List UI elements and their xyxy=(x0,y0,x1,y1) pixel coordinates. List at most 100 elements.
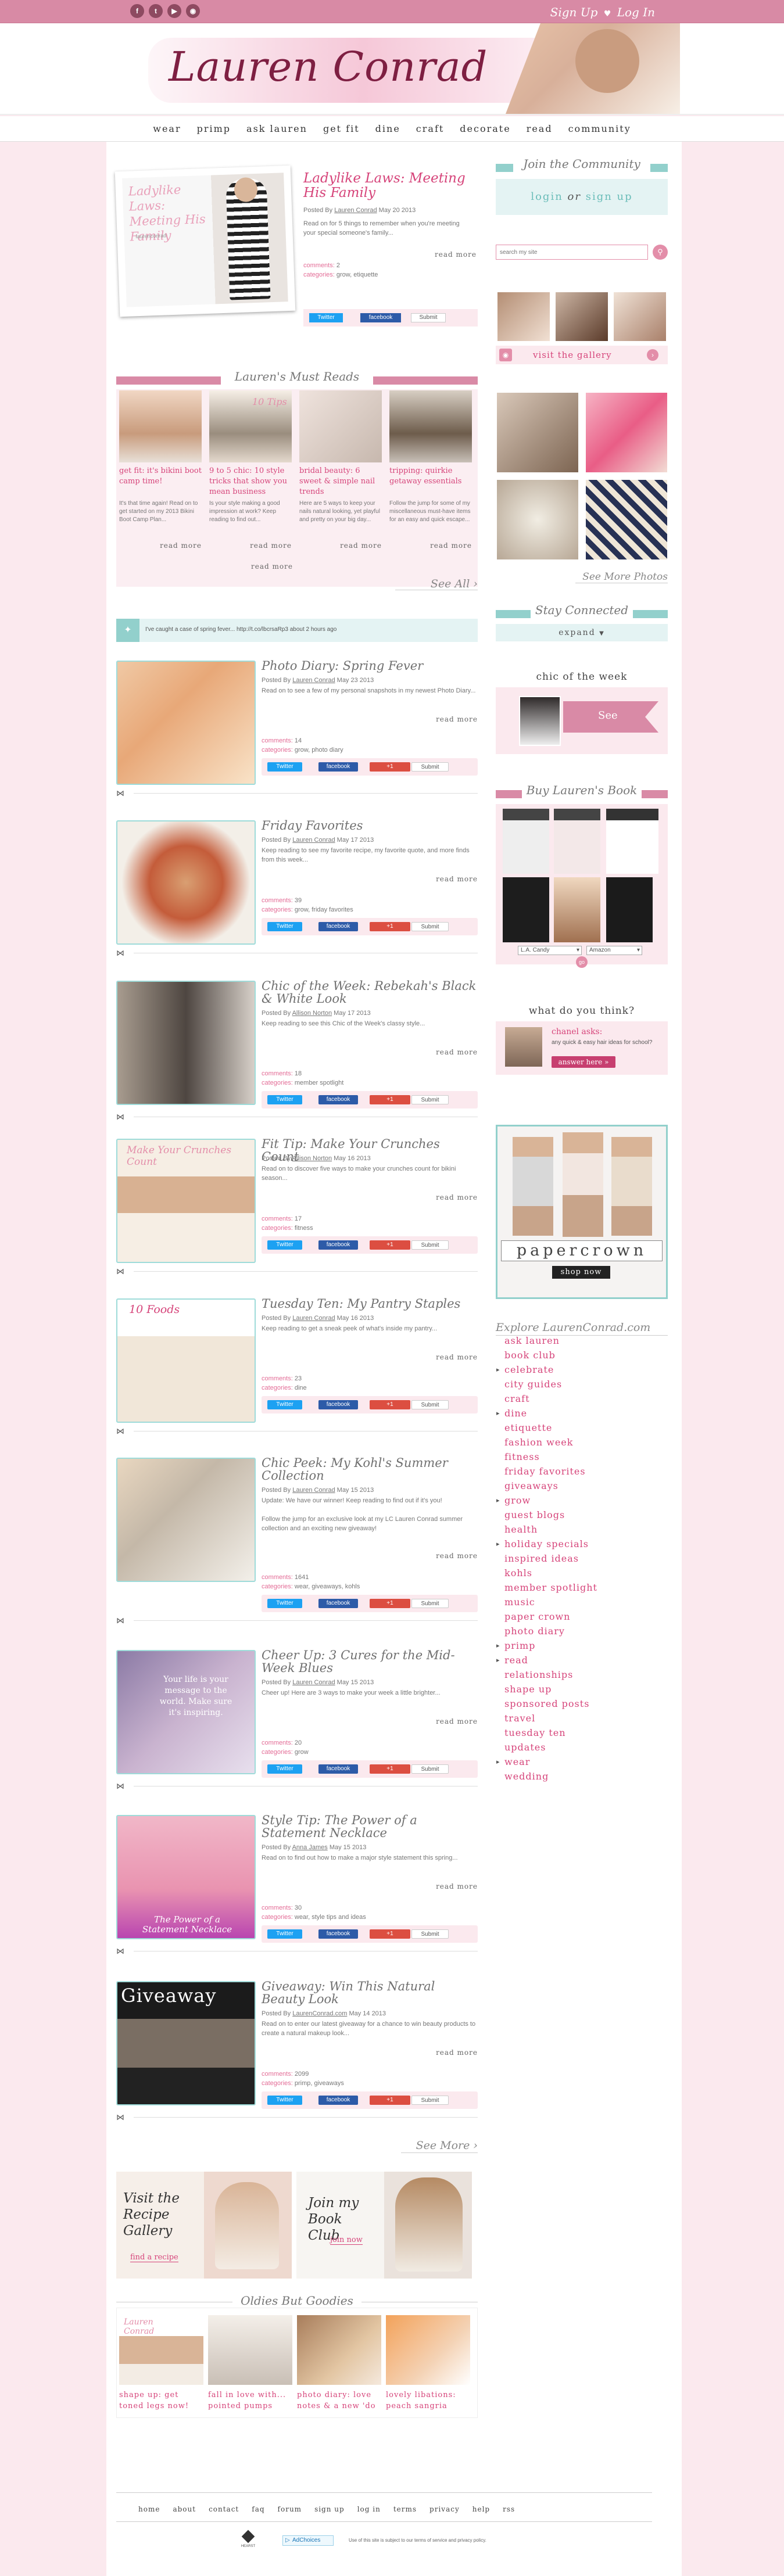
footer-link-terms[interactable]: terms xyxy=(393,2505,417,2513)
must-read-title[interactable]: bridal beauty: 6 sweet & simple nail tre… xyxy=(299,466,382,497)
post-read-more[interactable]: read more xyxy=(436,1048,478,1056)
nav-dine[interactable]: dine xyxy=(375,116,400,141)
shop-now-button[interactable]: shop now xyxy=(552,1266,610,1279)
submit-button[interactable]: Submit xyxy=(411,2096,449,2105)
featured-polaroid[interactable]: Ladylike Laws: Meeting His Family lauren… xyxy=(114,165,296,317)
google-plus-button[interactable]: +1 xyxy=(370,1599,410,1608)
post-author[interactable]: Lauren Conrad xyxy=(292,1315,335,1322)
explore-link-tuesday-ten[interactable]: tuesday ten xyxy=(504,1725,597,1740)
chevron-right-icon[interactable]: › xyxy=(647,349,658,361)
instagram-icon[interactable]: ◉ xyxy=(186,4,200,18)
site-logo[interactable]: Lauren Conrad xyxy=(169,43,488,91)
latest-tweet[interactable]: I've caught a case of spring fever... ht… xyxy=(145,626,336,633)
explore-link-inspired-ideas[interactable]: inspired ideas xyxy=(504,1551,597,1566)
google-plus-button[interactable]: +1 xyxy=(370,922,410,931)
oldie-item[interactable]: Lauren Conrad shape up: get toned legs no… xyxy=(119,2315,203,2414)
post-read-more[interactable]: read more xyxy=(436,1193,478,1201)
answer-button[interactable]: answer here » xyxy=(552,1056,615,1068)
explore-link-dine[interactable]: dine xyxy=(496,1406,597,1420)
post-title[interactable]: Chic Peek: My Kohl's Summer Collection xyxy=(262,1456,478,1482)
nav-get-fit[interactable]: get fit xyxy=(323,116,360,141)
nav-community[interactable]: community xyxy=(568,116,631,141)
featured-read-more[interactable]: read more xyxy=(435,250,477,259)
must-read-more[interactable]: read more xyxy=(340,541,382,550)
nav-read[interactable]: read xyxy=(527,116,553,141)
submit-button[interactable]: Submit xyxy=(411,762,449,772)
photo-grid-2[interactable] xyxy=(586,393,667,472)
footer-link-log-in[interactable]: log in xyxy=(357,2505,381,2513)
twitter-share-button[interactable]: Twitter xyxy=(267,1764,302,1774)
post-read-more[interactable]: read more xyxy=(436,875,478,883)
facebook-share-button[interactable]: facebook xyxy=(318,2096,358,2105)
google-plus-button[interactable]: +1 xyxy=(370,762,410,772)
post-image[interactable]: Giveaway xyxy=(116,1981,256,2105)
explore-link-fitness[interactable]: fitness xyxy=(504,1450,597,1464)
explore-link-photo-diary[interactable]: photo diary xyxy=(504,1624,597,1638)
explore-link-travel[interactable]: travel xyxy=(504,1711,597,1725)
footer-link-privacy[interactable]: privacy xyxy=(429,2505,460,2513)
login-link[interactable]: Log In xyxy=(617,5,655,19)
post-author[interactable]: Lauren Conrad xyxy=(292,837,335,844)
facebook-share-button[interactable]: facebook xyxy=(318,1240,358,1250)
post-title[interactable]: Tuesday Ten: My Pantry Staples xyxy=(262,1297,478,1310)
must-read-item[interactable]: tripping: quirkie getaway essentials Foll… xyxy=(389,390,472,565)
footer-link-rss[interactable]: rss xyxy=(503,2505,515,2513)
sidebar-signup-link[interactable]: sign up xyxy=(586,191,633,203)
store-select[interactable]: Amazon ▾ xyxy=(586,946,642,955)
google-plus-button[interactable]: +1 xyxy=(370,1764,410,1774)
post-author[interactable]: Lauren Conrad xyxy=(292,1487,335,1494)
oldie-item[interactable]: photo diary: love notes & a new 'do xyxy=(297,2315,381,2414)
see-all-link[interactable]: See All › xyxy=(395,577,478,590)
twitter-share-button[interactable]: Twitter xyxy=(267,1400,302,1409)
google-plus-button[interactable]: +1 xyxy=(370,1400,410,1409)
post-title[interactable]: Style Tip: The Power of a Statement Neck… xyxy=(262,1814,478,1839)
explore-link-shape-up[interactable]: shape up xyxy=(504,1682,597,1696)
gallery-thumb-3[interactable] xyxy=(614,292,666,341)
twitter-share-button[interactable]: Twitter xyxy=(267,762,302,772)
submit-button[interactable]: Submit xyxy=(411,1764,449,1774)
explore-link-celebrate[interactable]: celebrate xyxy=(496,1362,597,1377)
must-read-title[interactable]: get fit: it's bikini boot camp time! xyxy=(119,466,202,487)
explore-link-book-club[interactable]: book club xyxy=(504,1348,597,1362)
facebook-share-button[interactable]: facebook xyxy=(318,1929,358,1939)
facebook-share-button[interactable]: facebook xyxy=(360,313,401,322)
twitter-share-button[interactable]: Twitter xyxy=(267,1929,302,1939)
submit-button[interactable]: Submit xyxy=(411,1929,449,1939)
facebook-icon[interactable]: f xyxy=(130,4,144,18)
explore-link-music[interactable]: music xyxy=(504,1595,597,1609)
book-select[interactable]: L.A. Candy ▾ xyxy=(518,946,582,955)
post-author[interactable]: LaurenConrad.com xyxy=(292,2010,347,2017)
submit-button[interactable]: Submit xyxy=(411,1095,449,1104)
footer-link-sign-up[interactable]: sign up xyxy=(314,2505,345,2513)
twitter-share-button[interactable]: Twitter xyxy=(267,922,302,931)
gallery-thumb-2[interactable] xyxy=(556,292,608,341)
explore-link-fashion-week[interactable]: fashion week xyxy=(504,1435,597,1450)
must-read-title[interactable]: 9 to 5 chic: 10 style tricks that show y… xyxy=(209,466,292,497)
facebook-share-button[interactable]: facebook xyxy=(318,1095,358,1104)
google-plus-button[interactable]: +1 xyxy=(370,1929,410,1939)
post-image[interactable] xyxy=(116,820,256,945)
google-plus-button[interactable]: +1 xyxy=(370,2096,410,2105)
facebook-share-button[interactable]: facebook xyxy=(318,1764,358,1774)
facebook-share-button[interactable]: facebook xyxy=(318,922,358,931)
nav-decorate[interactable]: decorate xyxy=(460,116,510,141)
submit-button[interactable]: Submit xyxy=(411,1599,449,1608)
photo-grid-4[interactable] xyxy=(586,480,667,559)
chevron-down-icon[interactable]: ▼ xyxy=(599,630,605,637)
search-icon[interactable]: ⚲ xyxy=(653,245,668,260)
adchoices-badge[interactable]: ▷ AdChoices xyxy=(282,2535,334,2546)
must-read-title[interactable]: tripping: quirkie getaway essentials xyxy=(389,466,472,487)
explore-link-grow[interactable]: grow xyxy=(496,1493,597,1508)
explore-link-friday-favorites[interactable]: friday favorites xyxy=(504,1464,597,1479)
explore-link-relationships[interactable]: relationships xyxy=(504,1667,597,1682)
hearst-logo[interactable]: HEARST xyxy=(237,2530,259,2554)
featured-author[interactable]: Lauren Conrad xyxy=(334,207,377,214)
explore-link-kohls[interactable]: kohls xyxy=(504,1566,597,1580)
visit-gallery-link[interactable]: visit the gallery xyxy=(533,350,612,360)
footer-link-contact[interactable]: contact xyxy=(209,2505,239,2513)
see-more-photos-link[interactable]: See More Photos xyxy=(575,571,668,583)
search-input[interactable] xyxy=(496,245,648,260)
nav-ask-lauren[interactable]: ask lauren xyxy=(246,116,307,141)
recipe-gallery-promo[interactable]: Visit the Recipe Gallery find a recipe xyxy=(116,2172,292,2279)
photo-grid-3[interactable] xyxy=(497,480,578,559)
